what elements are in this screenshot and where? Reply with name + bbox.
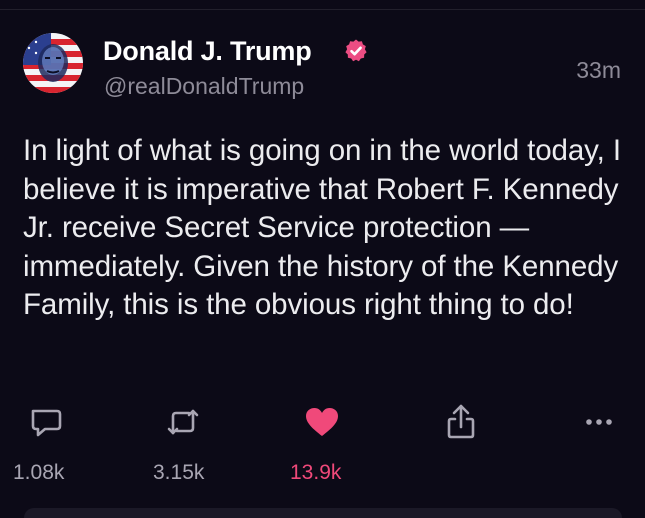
more-dots-icon [586, 419, 612, 425]
repost-count: 3.15k [153, 461, 205, 484]
share-button[interactable] [441, 402, 481, 442]
like-button[interactable] [302, 402, 342, 442]
reply-composer-box[interactable] [24, 508, 622, 518]
repost-arrows-icon [167, 409, 199, 435]
more-options-button[interactable] [579, 402, 619, 442]
post-card: Donald J. Trump @realDonaldTrump 33m In … [0, 0, 645, 518]
verified-badge-icon [345, 39, 367, 62]
like-count: 13.9k [290, 461, 342, 484]
reply-count: 1.08k [13, 461, 65, 484]
post-text: In light of what is going on in the worl… [23, 134, 621, 321]
repost-button[interactable] [163, 402, 203, 442]
post-timestamp[interactable]: 33m [576, 57, 621, 84]
reply-button[interactable] [25, 402, 65, 442]
share-upload-icon [447, 404, 475, 439]
avatar[interactable] [23, 33, 83, 93]
top-divider [0, 9, 645, 10]
speech-bubble-icon [31, 409, 62, 437]
author-display-name[interactable]: Donald J. Trump [103, 36, 312, 67]
author-handle[interactable]: @realDonaldTrump [104, 73, 304, 100]
heart-icon [306, 408, 338, 436]
